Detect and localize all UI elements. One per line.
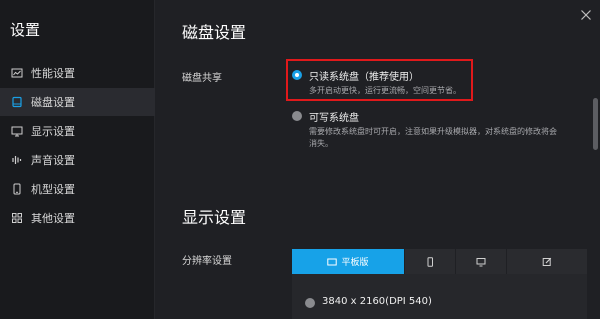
- settings-content: 磁盘设置 磁盘共享 只读系统盘（推荐使用） 多开启动更快，运行更流畅，空间更节省…: [156, 0, 590, 319]
- resolution-mode-tabs: 平板版: [292, 249, 587, 274]
- sidebar-item-other[interactable]: 其他设置: [0, 204, 155, 232]
- grid-icon: [11, 212, 23, 224]
- close-button[interactable]: [580, 6, 592, 20]
- tab-tablet-label: 平板版: [341, 258, 369, 268]
- sidebar-item-label: 显示设置: [31, 125, 75, 138]
- performance-chart-icon: [11, 67, 23, 79]
- phone-icon: [11, 183, 23, 195]
- sidebar-title: 设置: [10, 21, 41, 39]
- sidebar-item-sound[interactable]: 声音设置: [0, 146, 155, 174]
- tab-custom[interactable]: [507, 249, 587, 274]
- readonly-system-disk-radio[interactable]: [292, 70, 302, 80]
- sidebar-item-label: 性能设置: [31, 67, 75, 80]
- tab-phone[interactable]: [405, 249, 456, 274]
- tab-monitor[interactable]: [456, 249, 507, 274]
- resolution-option-label[interactable]: 3840 x 2160(DPI 540): [322, 296, 432, 307]
- close-icon: [581, 10, 591, 20]
- audio-wave-icon: [11, 154, 23, 166]
- display-section-title: 显示设置: [182, 208, 247, 227]
- scrollbar-thumb[interactable]: [593, 98, 598, 150]
- phone-portrait-icon: [427, 256, 433, 267]
- resolution-radio[interactable]: [305, 298, 315, 308]
- sidebar-item-label: 机型设置: [31, 183, 75, 196]
- sidebar-item-device[interactable]: 机型设置: [0, 175, 155, 203]
- monitor-icon: [11, 125, 23, 137]
- scrollbar-track[interactable]: [592, 20, 598, 319]
- sidebar-item-display[interactable]: 显示设置: [0, 117, 155, 145]
- writable-system-disk-label[interactable]: 可写系统盘: [309, 109, 359, 124]
- disk-share-label: 磁盘共享: [182, 73, 222, 84]
- edit-icon: [542, 257, 552, 266]
- readonly-system-disk-label[interactable]: 只读系统盘（推荐使用）: [309, 68, 419, 83]
- resolution-list: 3840 x 2160(DPI 540): [292, 274, 587, 319]
- resolution-label: 分辨率设置: [182, 256, 232, 267]
- readonly-system-disk-desc: 多开启动更快，运行更流畅，空间更节省。: [309, 86, 461, 95]
- disk-section-title: 磁盘设置: [182, 23, 247, 42]
- sidebar-item-label: 声音设置: [31, 154, 75, 167]
- sidebar-item-disk[interactable]: 磁盘设置: [0, 88, 155, 116]
- disk-icon: [11, 96, 23, 108]
- sidebar-item-performance[interactable]: 性能设置: [0, 59, 155, 87]
- writable-system-disk-radio[interactable]: [292, 111, 302, 121]
- sidebar: 设置 性能设置 磁盘设置 显示设置 声音设置 机型设置 其他设置: [0, 0, 155, 319]
- writable-system-disk-desc-line1: 需要修改系统盘时可开启，注意如果升级模拟器，对系统盘的修改将会: [309, 127, 557, 136]
- sidebar-item-label: 磁盘设置: [31, 96, 75, 109]
- sidebar-item-label: 其他设置: [31, 212, 75, 225]
- monitor-icon: [476, 257, 486, 266]
- writable-system-disk-desc-line2: 消失。: [309, 139, 333, 148]
- tablet-landscape-icon: [327, 258, 338, 265]
- settings-window: 设置 性能设置 磁盘设置 显示设置 声音设置 机型设置 其他设置 磁盘设置 磁盘…: [0, 0, 600, 319]
- tab-tablet[interactable]: 平板版: [292, 249, 405, 274]
